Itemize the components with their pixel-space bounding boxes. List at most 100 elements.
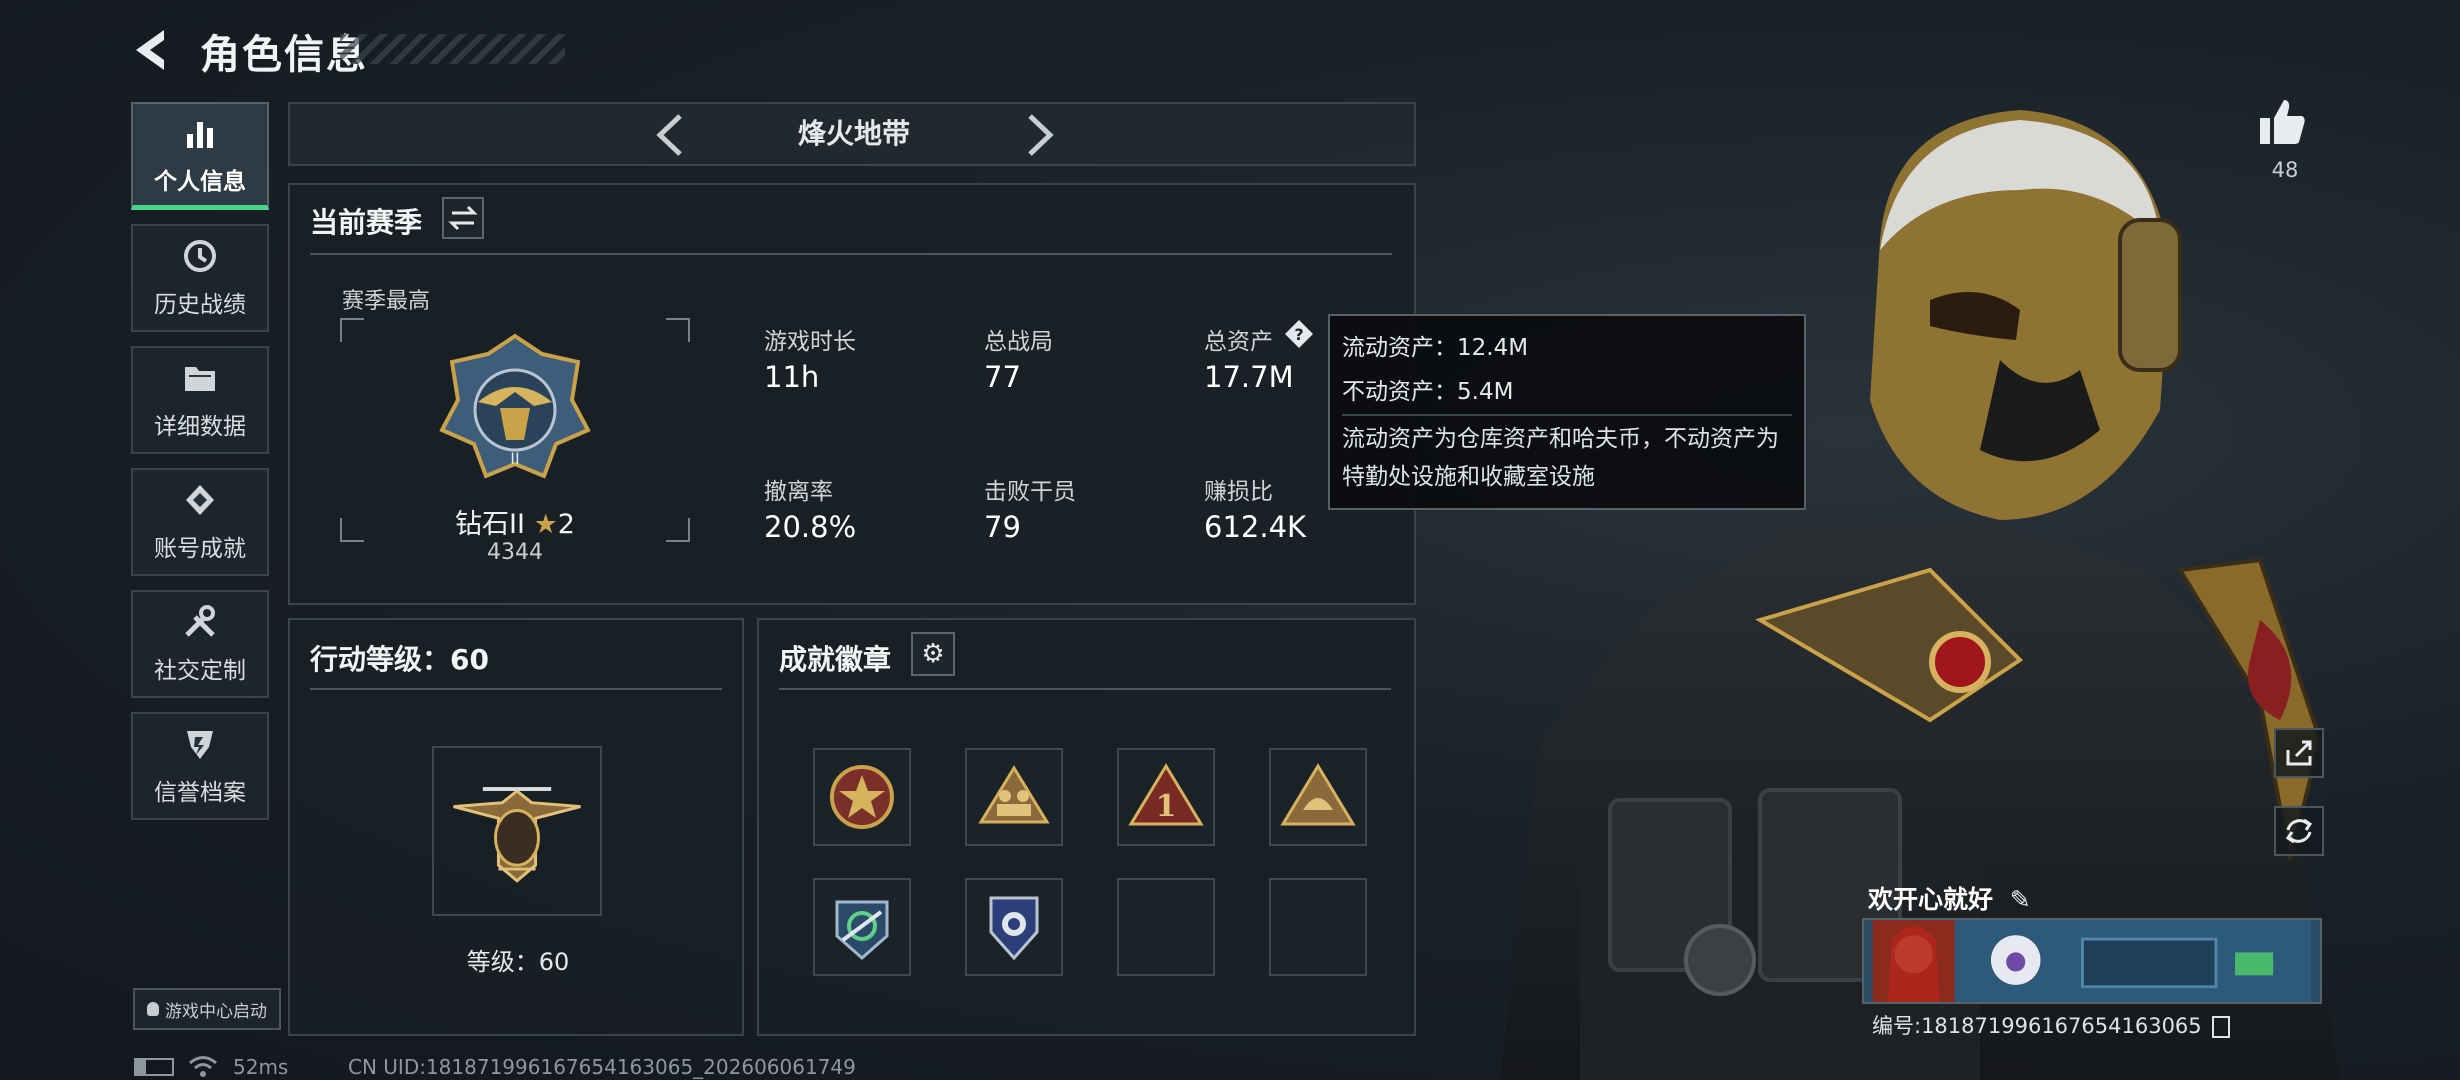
mode-title: 烽火地带 (797, 117, 910, 150)
mode-selector: 烽火地带 (288, 102, 1416, 166)
rank-frame: II 钻石II ★2 4344 (340, 318, 690, 565)
rank-name: 钻石II (455, 509, 525, 540)
refresh-button[interactable] (2274, 806, 2324, 856)
stat-label-play-time: 游戏时长 (764, 329, 856, 355)
badge-slot[interactable] (813, 748, 911, 846)
achievement-diamond-icon (186, 485, 214, 515)
badge-slot[interactable] (965, 878, 1063, 976)
action-level-title: 行动等级：60 (310, 643, 489, 676)
stat-label-extract-rate: 撤离率 (764, 479, 833, 505)
bar-chart-icon (187, 121, 213, 148)
sidebar-item-detailed-data[interactable]: 详细数据 (131, 346, 269, 454)
back-arrow-icon[interactable] (130, 26, 178, 74)
player-name: 欢开心就好 (1868, 885, 1994, 914)
cn-uid: CN UID:181871996167654163065_20260606174… (348, 1055, 856, 1079)
edit-pencil-icon[interactable]: ✎ (2010, 885, 2031, 914)
sidebar-item-social[interactable]: 社交定制 (131, 590, 269, 698)
tooltip-liquid-assets: 流动资产：12.4M (1342, 335, 1529, 361)
season-title: 当前赛季 (310, 206, 423, 239)
sidebar-item-label: 信誉档案 (154, 780, 246, 806)
assets-tooltip: 流动资产：12.4M 不动资产：5.4M 流动资产为仓库资产和哈夫币，不动资产为… (1328, 314, 1806, 510)
badge-slot[interactable] (813, 878, 911, 976)
rank-stars: 2 (557, 509, 575, 540)
stat-label-total-matches: 总战局 (984, 329, 1053, 355)
hand-badge-icon (1280, 763, 1356, 826)
season-best-label: 赛季最高 (342, 289, 431, 314)
share-icon (2286, 740, 2312, 766)
divider (310, 253, 1392, 255)
level-emblem-frame (432, 746, 602, 916)
qq-icon (147, 1002, 159, 1016)
sidebar-item-history[interactable]: 历史战绩 (131, 224, 269, 332)
stat-label-profit-ratio: 赚损比 (1204, 479, 1273, 505)
game-center-launch-button[interactable]: 游戏中心启动 (133, 988, 281, 1030)
frame-corner (666, 318, 690, 342)
empty-badge-slot[interactable] (1269, 878, 1367, 976)
copy-icon[interactable] (2212, 1016, 2231, 1038)
game-center-label: 游戏中心启动 (165, 1001, 267, 1022)
sidebar-item-personal-info[interactable]: 个人信息 (131, 102, 269, 210)
season-switch-button[interactable] (442, 197, 484, 239)
divider (310, 688, 722, 690)
gear-icon: ⚙ (921, 639, 945, 669)
sidebar-item-label: 账号成就 (154, 536, 246, 562)
player-id: 编号:1818719961676541630​65 (1872, 1014, 2202, 1038)
stat-value-total-assets: 17.7M (1204, 360, 1294, 394)
rank-points: 4344 (487, 540, 543, 565)
badge-slot[interactable] (1269, 748, 1367, 846)
tooltip-fixed-assets: 不动资产：5.4M (1342, 379, 1514, 405)
swap-icon (448, 205, 478, 231)
achievement-badges-panel: 成就徽章 ⚙ 1 (757, 618, 1416, 1036)
police-shield-badge-icon (989, 896, 1039, 961)
title-decoration (340, 34, 565, 64)
stat-value-play-time: 11h (764, 360, 820, 394)
stat-value-kills: 79 (984, 510, 1021, 544)
prev-mode-chevron-icon[interactable] (648, 110, 696, 160)
wifi-icon (189, 1056, 217, 1077)
first-place-badge-icon: 1 (1128, 763, 1204, 826)
empty-badge-slot[interactable] (1117, 878, 1215, 976)
soldiers-badge-icon (978, 765, 1050, 824)
star-medal-badge-icon (830, 765, 894, 829)
battery-icon (134, 1058, 174, 1076)
divider (1342, 414, 1792, 416)
tooltip-description: 流动资产为仓库资产和哈夫币，不动资产为特勤处设施和收藏室设施 (1342, 426, 1779, 490)
sidebar-item-reputation[interactable]: 信誉档案 (131, 712, 269, 820)
refresh-icon (2285, 818, 2313, 844)
svg-text:II: II (510, 449, 519, 468)
frame-corner (340, 318, 364, 342)
diamond-rank-emblem-icon: II (439, 333, 591, 479)
player-name-line: 欢开心就好 ✎ (1868, 880, 2031, 916)
stat-value-extract-rate: 20.8% (764, 510, 857, 544)
stat-label-kills: 击败干员 (984, 479, 1076, 505)
network-latency: 52ms (233, 1055, 289, 1079)
next-mode-chevron-icon[interactable] (1014, 110, 1062, 160)
svg-text:?: ? (1294, 325, 1303, 344)
sidebar-item-label: 个人信息 (154, 168, 246, 195)
sidebar-item-label: 历史战绩 (154, 292, 246, 318)
thumbs-up-icon[interactable] (2256, 96, 2308, 148)
like-count: 48 (2271, 158, 2299, 182)
player-id-line: 编号:1818719961676541630​65 (1872, 1010, 2231, 1040)
action-level-panel: 行动等级：60 等级：60 (288, 618, 744, 1036)
player-card-banner[interactable] (1862, 918, 2322, 1004)
help-question-icon[interactable]: ? (1283, 318, 1315, 350)
level-caption: 等级：60 (466, 948, 570, 976)
history-clock-icon (184, 240, 216, 272)
svg-text:1: 1 (1156, 789, 1177, 824)
tools-icon (185, 605, 215, 637)
share-button[interactable] (2274, 728, 2324, 778)
sidebar-item-achievements[interactable]: 账号成就 (131, 468, 269, 576)
helicopter-level-emblem-icon (453, 787, 581, 883)
rank-star-icon: ★ (533, 509, 558, 540)
sidebar-item-label: 详细数据 (154, 414, 246, 440)
card-banner-artwork (1872, 920, 2312, 1002)
badge-slot[interactable]: 1 (1117, 748, 1215, 846)
badge-slot[interactable] (965, 748, 1063, 846)
divider (779, 688, 1391, 690)
badge-settings-button[interactable]: ⚙ (911, 632, 955, 676)
stat-value-total-matches: 77 (984, 360, 1021, 394)
sidebar-item-label: 社交定制 (154, 658, 246, 684)
folder-icon (185, 367, 215, 391)
stat-value-profit-ratio: 612.4K (1204, 510, 1307, 544)
